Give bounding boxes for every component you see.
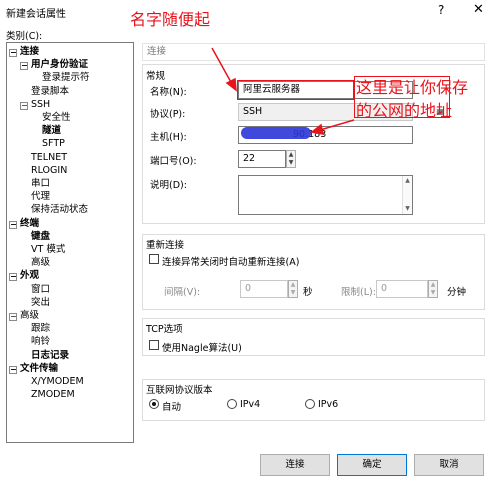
- arrow-head-name: [225, 77, 237, 92]
- arrow-to-host: [319, 119, 355, 131]
- arrow-to-name: [211, 47, 233, 85]
- annotation-arrows: [211, 47, 355, 135]
- arrow-head-host: [310, 123, 324, 135]
